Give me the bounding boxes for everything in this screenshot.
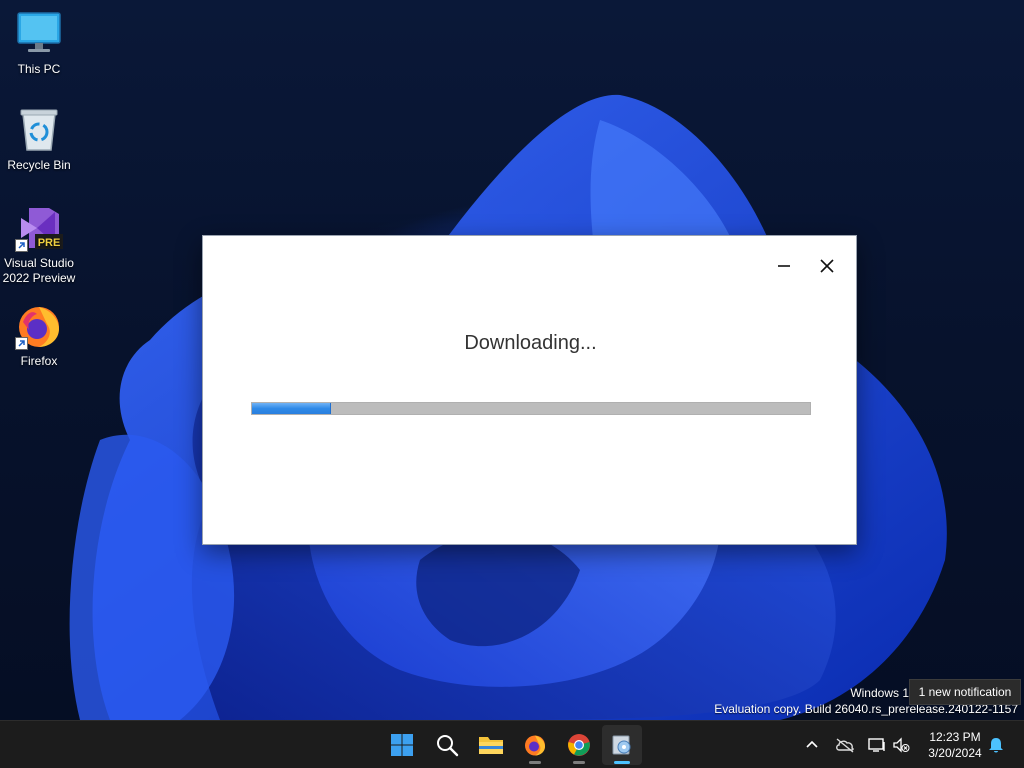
bell-icon <box>989 738 1003 753</box>
tray-onedrive[interactable] <box>833 733 857 757</box>
chevron-up-icon <box>806 740 818 748</box>
taskbar-chrome[interactable] <box>559 725 599 765</box>
notification-center-button[interactable] <box>984 733 1008 757</box>
taskbar-firefox[interactable] <box>515 725 555 765</box>
desktop-icon-firefox[interactable]: Firefox <box>0 302 78 369</box>
desktop-icon-label: This PC <box>17 62 61 76</box>
chrome-icon <box>568 734 590 756</box>
download-progress-fill <box>252 403 332 414</box>
volume-muted-icon <box>893 737 910 753</box>
firefox-icon <box>525 735 545 756</box>
close-icon <box>820 259 834 273</box>
notification-toast[interactable]: 1 new notification <box>909 679 1021 705</box>
installer-icon <box>612 735 631 755</box>
monitor-icon <box>15 10 63 58</box>
clock-time: 12:23 PM <box>929 730 981 744</box>
svg-text:PRE: PRE <box>38 237 61 249</box>
taskbar-file-explorer[interactable] <box>471 725 511 765</box>
search-icon <box>437 735 459 757</box>
desktop: This PC Recycle Bin PRE Visual Studio 20… <box>0 0 1024 720</box>
visual-studio-preview-icon: PRE <box>15 204 63 252</box>
desktop-icon-visual-studio-preview[interactable]: PRE Visual Studio 2022 Preview <box>0 204 78 286</box>
taskbar: 12:23 PM 3/20/2024 <box>0 720 1024 768</box>
minimize-button[interactable] <box>772 254 796 278</box>
watermark-line-1: Windows 1 <box>850 686 909 700</box>
tray-overflow-button[interactable] <box>800 733 824 757</box>
shortcut-arrow-icon <box>15 239 28 252</box>
desktop-icon-label: Visual Studio 2022 Preview <box>2 256 76 285</box>
taskbar-installer[interactable] <box>602 725 642 765</box>
running-indicator <box>529 761 541 764</box>
desktop-icon-this-pc[interactable]: This PC <box>0 10 78 77</box>
firefox-icon <box>15 302 63 350</box>
download-status-title: Downloading... <box>464 332 597 354</box>
taskbar-clock[interactable]: 12:23 PM 3/20/2024 <box>918 725 992 765</box>
tray-volume[interactable] <box>889 733 913 757</box>
desktop-icon-recycle-bin[interactable]: Recycle Bin <box>0 106 78 173</box>
close-button[interactable] <box>815 254 839 278</box>
cloud-offline-icon <box>836 738 854 753</box>
shortcut-arrow-icon <box>15 337 28 350</box>
folder-icon <box>479 737 503 754</box>
taskbar-start-button[interactable] <box>382 725 422 765</box>
running-indicator <box>573 761 585 764</box>
download-progress-bar <box>251 402 811 415</box>
clock-date: 3/20/2024 <box>928 746 982 760</box>
active-indicator <box>614 761 630 764</box>
desktop-icon-label: Recycle Bin <box>7 158 71 172</box>
network-icon <box>868 738 885 752</box>
download-dialog: Downloading... <box>202 235 857 545</box>
tray-network[interactable] <box>865 733 889 757</box>
minimize-icon <box>778 265 790 267</box>
recycle-bin-icon <box>15 106 63 154</box>
windows-start-icon <box>391 734 413 756</box>
taskbar-search-button[interactable] <box>427 725 467 765</box>
desktop-icon-label: Firefox <box>20 354 58 368</box>
